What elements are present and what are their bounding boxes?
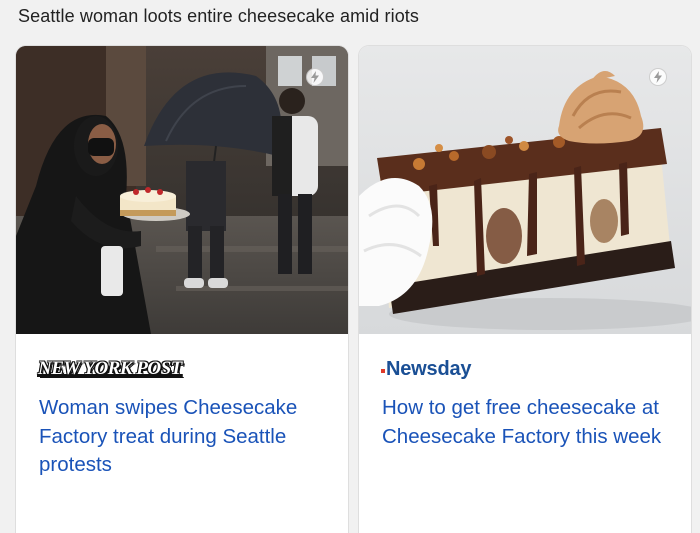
search-heading: Seattle woman loots entire cheesecake am… (18, 6, 420, 26)
publisher-name: Newsday (386, 358, 472, 380)
publisher-logo-newsday: Newsday (381, 358, 472, 384)
news-card-newsday[interactable]: Newsday How to get free cheesecake at Ch… (359, 46, 691, 533)
lightning-icon (654, 71, 662, 83)
amp-badge (306, 68, 324, 86)
lightning-icon (311, 71, 319, 83)
woman-with-cheesecake-photo (16, 46, 348, 334)
cheesecake-slice-photo (359, 46, 691, 334)
amp-badge (649, 68, 667, 86)
article-title-link[interactable]: Woman swipes Cheesecake Factory treat du… (39, 394, 329, 480)
article-thumbnail[interactable] (16, 46, 348, 334)
news-card-nypost[interactable]: NEW YORK POST Woman swipes Cheesecake Fa… (16, 46, 348, 533)
article-title-link[interactable]: How to get free cheesecake at Cheesecake… (382, 394, 672, 451)
newsday-logo-mark (381, 369, 385, 373)
publisher-logo-nypost: NEW YORK POST (38, 358, 182, 379)
article-thumbnail[interactable] (359, 46, 691, 334)
